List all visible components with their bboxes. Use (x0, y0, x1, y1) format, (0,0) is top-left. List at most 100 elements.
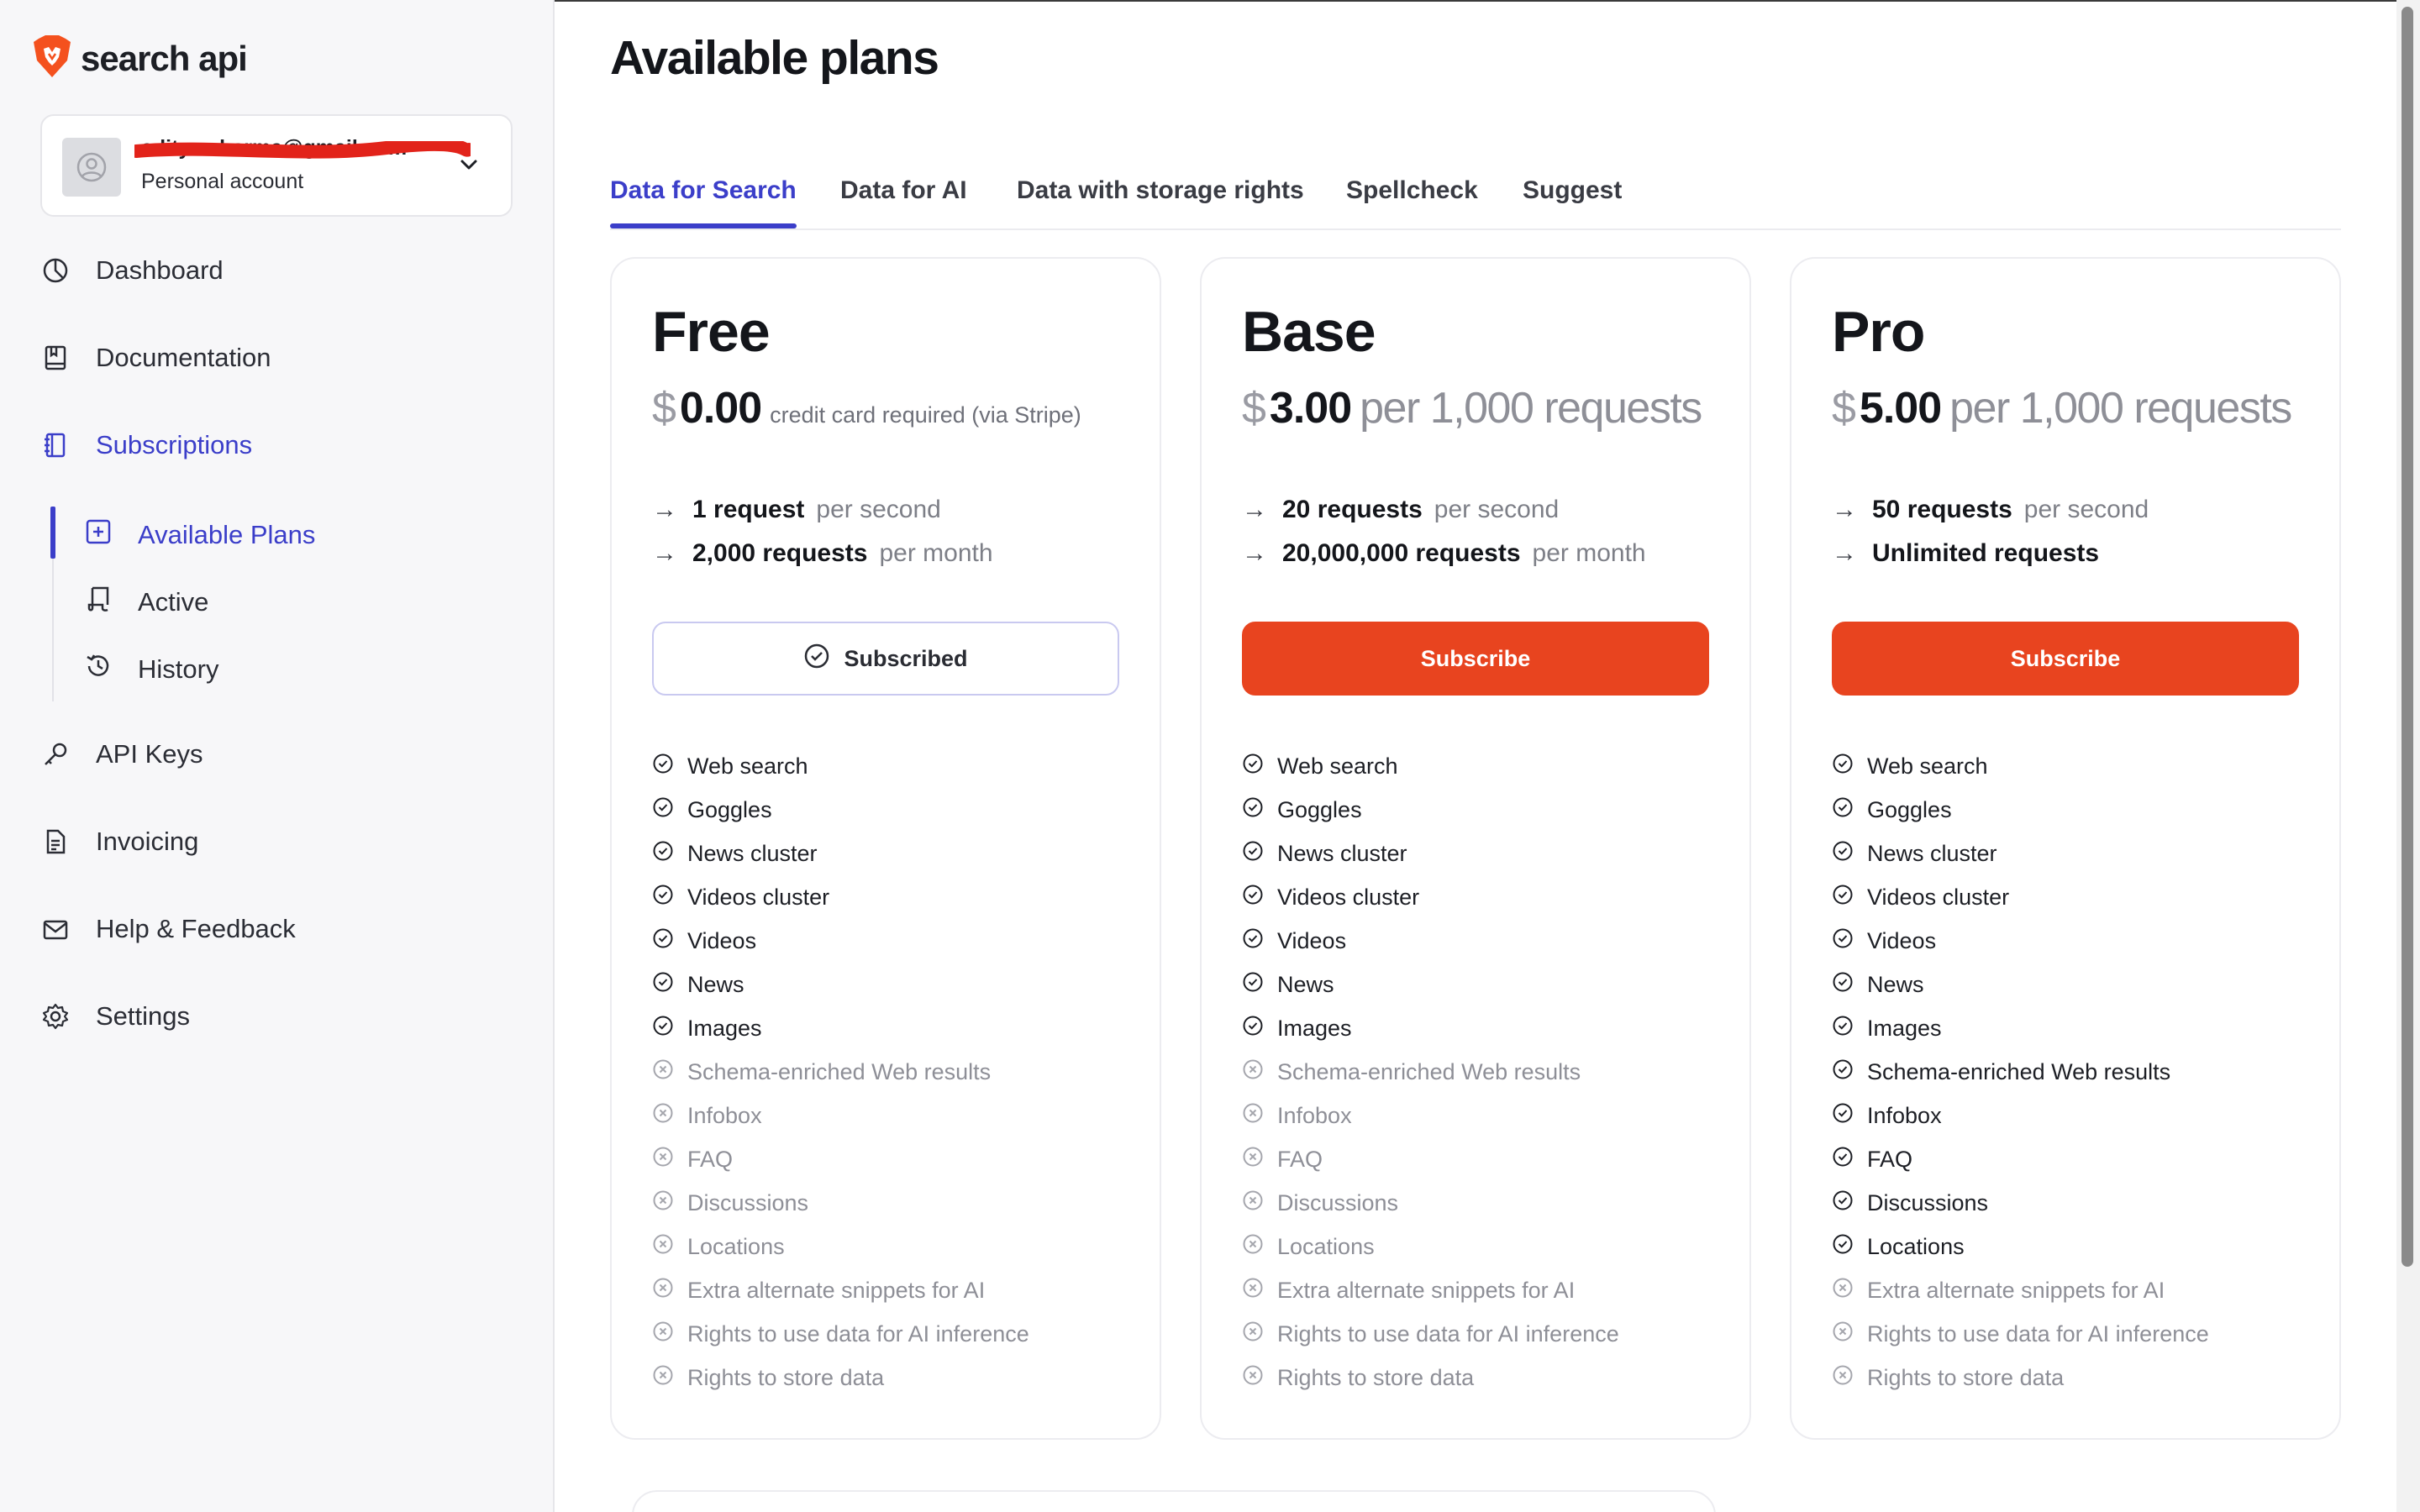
feature-item: Schema-enriched Web results (1242, 1050, 1619, 1094)
nav-documentation-label: Documentation (96, 343, 271, 372)
plan-name: Free (652, 300, 771, 364)
nav-api-keys[interactable]: API Keys (40, 739, 203, 769)
subnav-active-label: Active (138, 587, 209, 617)
tab-data-for-search[interactable]: Data for Search (610, 176, 797, 228)
book-icon (40, 343, 71, 373)
feature-label: Images (687, 1015, 762, 1041)
account-switcher[interactable]: aditya.sharma@gmail.com Personal account (40, 114, 513, 217)
tab-label: Data for AI (840, 176, 967, 204)
feature-item: FAQ (1832, 1137, 2209, 1181)
feature-item: Extra alternate snippets for AI (1832, 1268, 2209, 1312)
check-circle-icon (1242, 927, 1264, 955)
x-circle-icon (652, 1320, 674, 1348)
feature-item: Rights to store data (652, 1356, 1029, 1399)
feature-label: Locations (1277, 1233, 1375, 1259)
check-circle-icon (1242, 1015, 1264, 1042)
plan-card-pro: Pro $ 5.00 per 1,000 requests → 50 reque… (1790, 257, 2341, 1440)
nav-help-feedback-label: Help & Feedback (96, 914, 296, 943)
feature-item: Rights to store data (1242, 1356, 1619, 1399)
subscribe-button[interactable]: Subscribe (1242, 622, 1709, 696)
feature-item: Images (1832, 1006, 2209, 1050)
nav-help-feedback[interactable]: Help & Feedback (40, 914, 296, 944)
feature-label: News cluster (1867, 840, 1997, 866)
x-circle-icon (652, 1058, 674, 1086)
x-circle-icon (1832, 1277, 1854, 1305)
check-circle-icon (652, 796, 674, 824)
feature-item: Locations (1832, 1225, 2209, 1268)
x-circle-icon (1242, 1320, 1264, 1348)
feature-label: News (1867, 971, 1924, 997)
subnav-guide-line (52, 559, 54, 701)
x-circle-icon (652, 1146, 674, 1173)
tab-suggest[interactable]: Suggest (1523, 176, 1622, 205)
subscribe-button[interactable]: Subscribe (1832, 622, 2299, 696)
tab-data-with-storage-rights[interactable]: Data with storage rights (1017, 176, 1304, 205)
dashboard-icon (40, 255, 71, 286)
active-tab-underline (610, 223, 797, 228)
feature-item: Videos (652, 919, 1029, 963)
subnav-history[interactable]: History (84, 652, 218, 687)
tab-label: Spellcheck (1346, 176, 1478, 204)
volume-limit: → 20,000,000 requests per month (1242, 539, 1646, 568)
chevron-down-icon[interactable] (457, 153, 481, 181)
check-circle-icon (1832, 1233, 1854, 1261)
feature-label: Web search (1867, 753, 1988, 779)
x-circle-icon (652, 1102, 674, 1130)
price-amount: 5.00 (1859, 384, 1942, 433)
arrow-right-icon: → (1242, 539, 1267, 567)
subnav-active[interactable]: Active (84, 585, 208, 620)
nav-settings[interactable]: Settings (40, 1001, 190, 1032)
feature-label: Videos (687, 927, 757, 953)
feature-label: Rights to store data (1867, 1364, 2065, 1390)
feature-item: FAQ (1242, 1137, 1619, 1181)
feature-item: News cluster (1832, 832, 2209, 875)
volume-limit-value: Unlimited requests (1872, 539, 2100, 567)
check-circle-icon (1242, 796, 1264, 824)
feature-list: Web search Goggles News cluster Videos clus… (652, 744, 1029, 1399)
logo[interactable]: search api (32, 34, 248, 83)
rate-limit: → 1 request per second (652, 496, 941, 524)
check-circle-icon (652, 753, 674, 780)
tab-spellcheck[interactable]: Spellcheck (1346, 176, 1478, 205)
feature-label: News (687, 971, 744, 997)
rate-limit: → 20 requests per second (1242, 496, 1559, 524)
nav-api-keys-label: API Keys (96, 739, 203, 769)
nav-documentation[interactable]: Documentation (40, 343, 271, 373)
feature-label: Videos cluster (1867, 884, 2010, 910)
check-circle-icon (1832, 1102, 1854, 1130)
plan-price: $ 0.00 credit card required (via Stripe) (652, 383, 1081, 433)
price-unit: per 1,000 requests (1360, 384, 1702, 433)
feature-label: News cluster (1277, 840, 1407, 866)
check-circle-icon (652, 927, 674, 955)
feature-item: News cluster (652, 832, 1029, 875)
x-circle-icon (1242, 1364, 1264, 1392)
feature-item: Locations (652, 1225, 1029, 1268)
tab-data-for-ai[interactable]: Data for AI (840, 176, 967, 205)
subnav-available-plans[interactable]: Available Plans (84, 517, 315, 553)
arrow-right-icon: → (652, 496, 677, 523)
feature-label: Rights to use data for AI inference (1277, 1320, 1619, 1347)
x-circle-icon (1242, 1277, 1264, 1305)
feature-item: Infobox (1832, 1094, 2209, 1137)
history-icon (84, 652, 113, 687)
subscribed-button[interactable]: Subscribed (652, 622, 1119, 696)
check-circle-icon (1832, 796, 1854, 824)
feature-item: News (1242, 963, 1619, 1006)
nav-invoicing[interactable]: Invoicing (40, 827, 198, 857)
check-circle-icon (1832, 1015, 1854, 1042)
feature-label: Discussions (1277, 1189, 1399, 1215)
x-circle-icon (1832, 1320, 1854, 1348)
feature-label: Rights to store data (687, 1364, 885, 1390)
feature-item: Web search (652, 744, 1029, 788)
rate-limit-value: 1 request (692, 496, 805, 523)
feature-item: News (1832, 963, 2209, 1006)
feature-label: Goggles (1277, 796, 1362, 822)
check-circle-icon (1242, 753, 1264, 780)
nav-subscriptions[interactable]: Subscriptions (40, 430, 252, 460)
feature-item: News (652, 963, 1029, 1006)
plan-price: $ 3.00 per 1,000 requests (1242, 383, 1702, 433)
check-circle-icon (652, 1015, 674, 1042)
plan-card-free: Free $ 0.00 credit card required (via St… (610, 257, 1161, 1440)
scrollbar-thumb[interactable] (2402, 7, 2413, 1267)
nav-dashboard[interactable]: Dashboard (40, 255, 224, 286)
